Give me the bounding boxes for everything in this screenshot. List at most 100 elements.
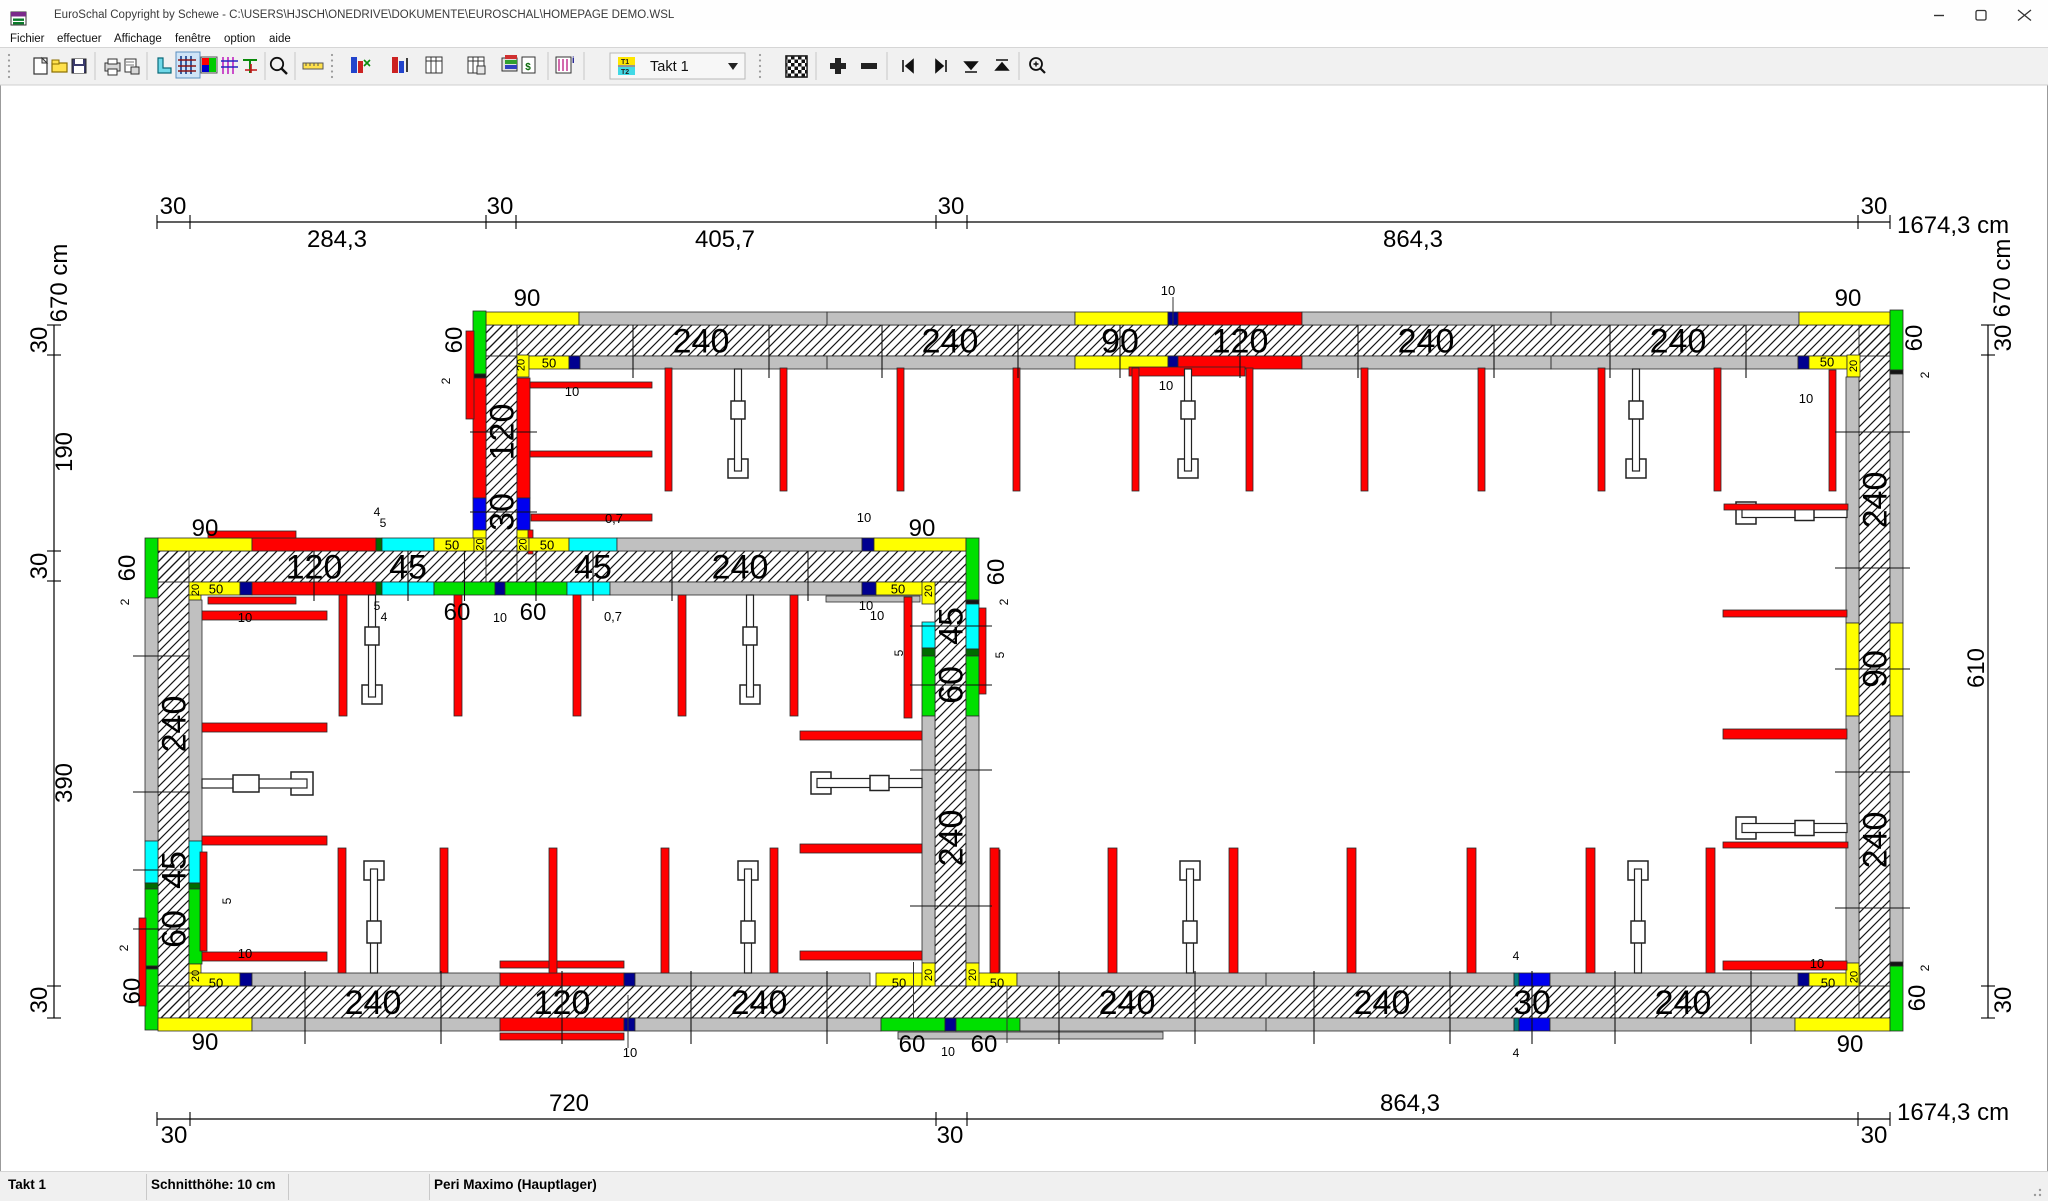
svg-text:5: 5 [892,649,906,656]
svg-text:240: 240 [933,810,971,867]
svg-text:240: 240 [673,323,730,361]
svg-text:2: 2 [1918,371,1932,378]
svg-text:10: 10 [1159,378,1173,393]
svg-text:610: 610 [1963,648,1990,688]
svg-text:4: 4 [381,610,388,624]
svg-text:240: 240 [345,984,402,1022]
svg-text:60: 60 [119,978,146,1005]
svg-text:670 cm: 670 cm [46,244,73,323]
svg-text:20: 20 [516,359,528,371]
svg-text:240: 240 [1857,812,1895,869]
svg-text:90: 90 [909,515,936,542]
svg-text:90: 90 [1835,285,1862,312]
svg-text:30: 30 [1990,325,2017,352]
svg-text:60: 60 [971,1031,998,1058]
svg-text:60: 60 [114,555,141,582]
svg-text:30: 30 [26,327,53,354]
svg-text:20: 20 [923,969,935,981]
svg-text:30: 30 [26,987,53,1014]
svg-text:1674,3 cm: 1674,3 cm [1897,1099,2009,1126]
svg-text:60: 60 [444,599,471,626]
svg-text:50: 50 [445,538,459,553]
svg-text:10: 10 [238,610,252,625]
svg-text:5: 5 [220,897,234,904]
svg-text:50: 50 [209,976,223,991]
svg-text:60: 60 [441,327,468,354]
svg-text:10: 10 [565,384,579,399]
svg-text:864,3: 864,3 [1383,226,1443,253]
svg-text:190: 190 [51,432,78,472]
svg-text:1674,3 cm: 1674,3 cm [1897,212,2009,239]
svg-text:50: 50 [990,976,1004,991]
svg-text:Takt 1: Takt 1 [650,59,689,75]
svg-text:30: 30 [1861,193,1888,220]
svg-text:240: 240 [731,984,788,1022]
svg-text:20: 20 [518,538,530,550]
svg-text:50: 50 [892,976,906,991]
svg-text:90: 90 [192,515,219,542]
svg-text:2: 2 [997,598,1011,605]
svg-text:T2: T2 [621,69,629,76]
svg-text:2: 2 [439,377,453,384]
svg-text:240: 240 [1354,984,1411,1022]
svg-text:i: i [572,55,575,65]
svg-text:10: 10 [857,510,871,525]
svg-text:30: 30 [938,193,965,220]
svg-text:720: 720 [549,1090,589,1117]
svg-text:60: 60 [1901,325,1928,352]
svg-text:50: 50 [891,582,905,597]
svg-text:90: 90 [1837,1031,1864,1058]
svg-text:5: 5 [374,599,381,613]
svg-text:284,3: 284,3 [307,226,367,253]
svg-text:30: 30 [1990,987,2017,1014]
svg-text:240: 240 [1857,472,1895,529]
svg-text:50: 50 [209,582,223,597]
svg-text:240: 240 [1099,984,1156,1022]
svg-text:50: 50 [542,356,556,371]
svg-text:50: 50 [540,538,554,553]
svg-text:10: 10 [1799,391,1813,406]
svg-text:5: 5 [993,651,1007,658]
svg-text:0,7: 0,7 [605,511,623,526]
svg-text:20: 20 [190,970,202,982]
svg-text:90: 90 [514,285,541,312]
svg-text:405,7: 405,7 [695,226,755,253]
svg-text:20: 20 [190,584,202,596]
svg-text:60: 60 [899,1031,926,1058]
svg-text:2: 2 [1918,964,1932,971]
svg-text:240: 240 [922,323,979,361]
svg-text:390: 390 [51,763,78,803]
svg-text:2: 2 [118,598,132,605]
svg-text:60: 60 [983,559,1010,586]
svg-text:10: 10 [1810,956,1824,971]
svg-text:670 cm: 670 cm [1989,239,2016,318]
svg-text:10: 10 [1161,283,1175,298]
svg-text:30: 30 [937,1122,964,1149]
svg-text:30: 30 [1861,1122,1888,1149]
svg-text:240: 240 [1398,323,1455,361]
svg-text:20: 20 [475,538,487,550]
svg-text:$: $ [525,62,531,73]
svg-text:30: 30 [26,553,53,580]
svg-text:20: 20 [967,969,979,981]
svg-text:240: 240 [1650,323,1707,361]
svg-text:90: 90 [192,1029,219,1056]
svg-text:20: 20 [1849,971,1861,983]
svg-text:50: 50 [1821,976,1835,991]
svg-text:0,7: 0,7 [604,609,622,624]
svg-text:2: 2 [117,944,131,951]
svg-text:20: 20 [1848,360,1860,372]
svg-text:5: 5 [380,516,387,530]
svg-text:10: 10 [941,1045,955,1059]
svg-text:240: 240 [156,696,194,753]
svg-text:4: 4 [1513,949,1520,963]
svg-text:30: 30 [160,193,187,220]
svg-text:30: 30 [487,193,514,220]
svg-text:240: 240 [1655,984,1712,1022]
svg-text:20: 20 [923,585,935,597]
svg-text:864,3: 864,3 [1380,1090,1440,1117]
svg-text:10: 10 [238,946,252,961]
svg-text:4: 4 [1513,1046,1520,1060]
svg-text:60: 60 [1904,985,1931,1012]
svg-text:60: 60 [520,599,547,626]
